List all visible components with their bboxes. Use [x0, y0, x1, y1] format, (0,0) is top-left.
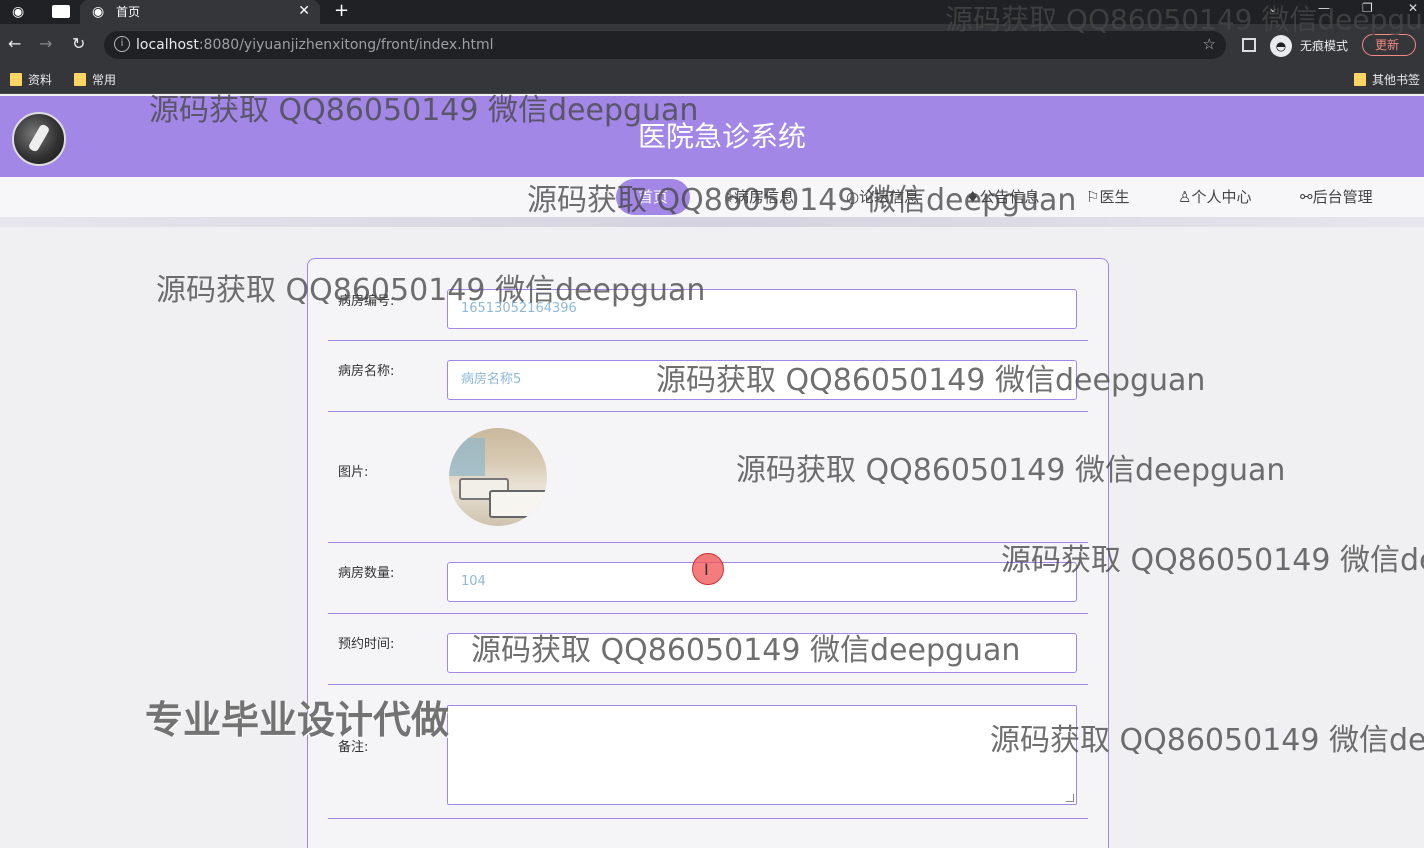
watermark: 源码获取 QQ86050149 微信deepguan — [656, 363, 1206, 398]
watermark: 源码获取 QQ86050149 微信deepguan — [990, 723, 1424, 758]
watermark: 源码获取 QQ86050149 微信deepguan — [471, 633, 1021, 668]
watermark-layer: 源码获取 QQ86050149 微信deepguan 源码获取 QQ860501… — [0, 0, 1424, 848]
watermark: 源码获取 QQ86050149 微信deepguan — [1001, 543, 1424, 578]
watermark: 源码获取 QQ86050149 微信deepguan — [736, 453, 1286, 488]
watermark: 源码获取 QQ86050149 微信deepguan — [945, 3, 1424, 36]
watermark: 源码获取 QQ86050149 微信deepguan — [149, 93, 699, 128]
watermark: 源码获取 QQ86050149 微信deepguan — [156, 273, 706, 308]
watermark: 源码获取 QQ86050149 微信deepguan — [527, 183, 1077, 218]
watermark-service: 专业毕业设计代做 — [145, 698, 450, 742]
